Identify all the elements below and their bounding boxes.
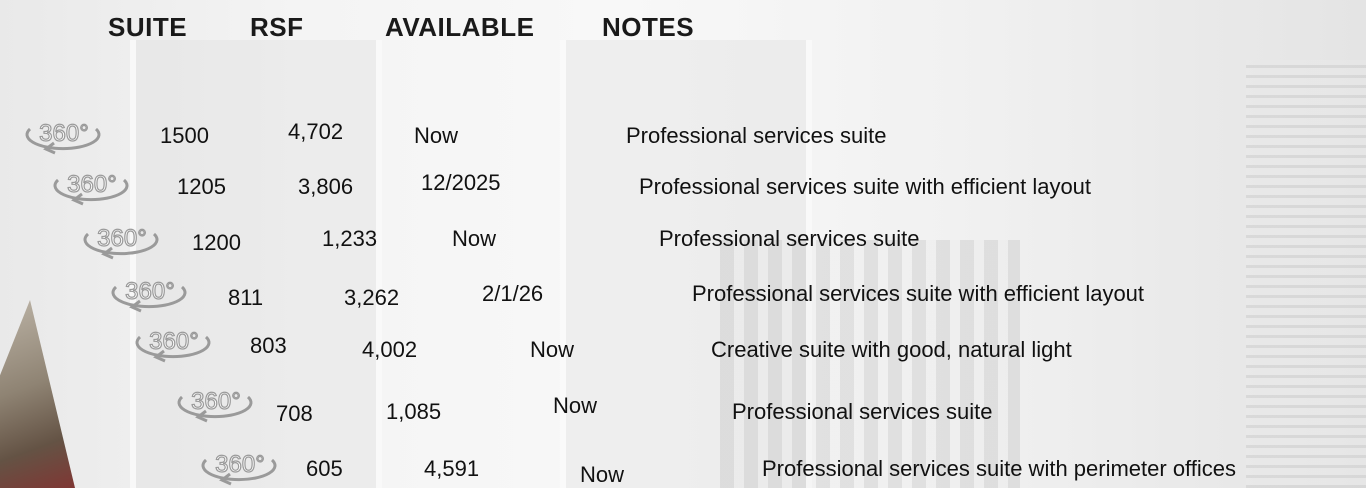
suite-number: 1500: [160, 123, 209, 148]
header-notes: NOTES: [602, 12, 695, 42]
360-tour-icon: 360°: [111, 277, 187, 313]
available-date: Now: [580, 462, 625, 487]
suite-number: 708: [276, 401, 313, 426]
notes-text: Professional services suite with efficie…: [639, 174, 1092, 199]
available-date: Now: [530, 337, 575, 362]
360-tour-button[interactable]: 360°: [72, 222, 170, 260]
360-tour-icon: 360°: [83, 224, 159, 260]
available-date: 2/1/26: [482, 281, 544, 306]
notes-text: Professional services suite: [626, 123, 887, 148]
table-row: 360° 811 3,262 2/1/26 Professional servi…: [0, 275, 1366, 315]
rsf-value: 4,591: [424, 456, 480, 481]
svg-text:360°: 360°: [67, 171, 117, 198]
header-suite: SUITE: [108, 12, 188, 42]
rsf-value: 3,806: [298, 174, 354, 199]
rsf-value: 1,085: [386, 399, 442, 424]
table-row: 360° 803 4,002 Now Creative suite with g…: [0, 325, 1366, 365]
360-tour-icon: 360°: [25, 119, 101, 155]
suite-number: 1205: [177, 174, 226, 199]
available-date: Now: [452, 226, 497, 251]
header-rsf: RSF: [250, 12, 304, 42]
svg-text:360°: 360°: [39, 120, 89, 147]
notes-text: Professional services suite with perimet…: [762, 456, 1237, 481]
notes-text: Creative suite with good, natural light: [711, 337, 1072, 362]
360-tour-icon: 360°: [135, 327, 211, 363]
suite-number: 605: [306, 456, 343, 481]
svg-text:360°: 360°: [97, 225, 147, 252]
360-tour-button[interactable]: 360°: [166, 385, 264, 423]
360-tour-button[interactable]: 360°: [14, 117, 112, 155]
360-tour-button[interactable]: 360°: [124, 325, 222, 363]
rsf-value: 4,002: [362, 337, 418, 362]
available-date: Now: [553, 393, 598, 418]
360-tour-button[interactable]: 360°: [100, 275, 198, 313]
rsf-value: 3,262: [344, 285, 400, 310]
available-date: 12/2025: [421, 170, 501, 195]
table-row: 360° 708 1,085 Now Professional services…: [0, 385, 1366, 426]
notes-text: Professional services suite: [659, 226, 920, 251]
360-tour-icon: 360°: [177, 387, 253, 423]
svg-text:360°: 360°: [215, 451, 265, 478]
suite-number: 803: [250, 333, 287, 358]
360-tour-button[interactable]: 360°: [42, 168, 140, 206]
svg-text:360°: 360°: [125, 278, 175, 305]
svg-text:360°: 360°: [149, 328, 199, 355]
360-tour-icon: 360°: [53, 170, 129, 206]
360-tour-icon: 360°: [201, 450, 277, 486]
suite-number: 811: [228, 285, 264, 310]
available-date: Now: [414, 123, 459, 148]
notes-text: Professional services suite with efficie…: [692, 281, 1145, 306]
table-row: 360° 1205 3,806 12/2025 Professional ser…: [0, 166, 1366, 206]
table-row: 360° 605 4,591 Now Professional services…: [0, 442, 1366, 487]
suite-number: 1200: [192, 230, 241, 255]
rsf-value: 4,702: [288, 119, 344, 144]
notes-text: Professional services suite: [732, 399, 993, 424]
table-row: 360° 1500 4,702 Now Professional service…: [0, 115, 1366, 155]
table-row: 360° 1200 1,233 Now Professional service…: [0, 220, 1366, 260]
360-tour-button[interactable]: 360°: [190, 448, 288, 486]
svg-text:360°: 360°: [191, 388, 241, 415]
header-available: AVAILABLE: [385, 12, 535, 42]
rsf-value: 1,233: [322, 226, 378, 251]
